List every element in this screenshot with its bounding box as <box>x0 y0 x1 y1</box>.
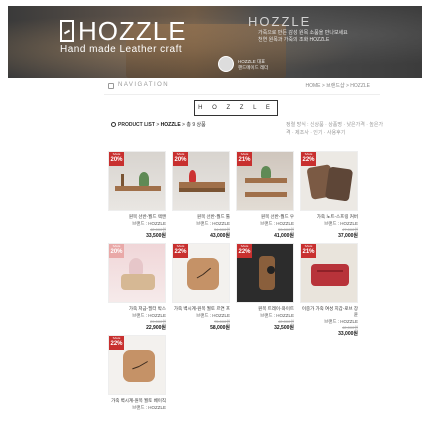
product-brand: 브랜드 : HOZZLE <box>260 313 294 318</box>
search-icon <box>111 122 116 127</box>
discount-badge: SALE 22% <box>109 336 124 350</box>
product-image[interactable]: SALE 22% <box>108 335 166 395</box>
logo-icon <box>60 20 74 42</box>
navigation-label: NAVIGATION <box>118 82 170 88</box>
sale-price: 32,500원 <box>274 325 294 331</box>
avatar <box>218 56 234 72</box>
product-brand: 브랜드 : HOZZLE <box>260 221 294 226</box>
discount-badge: SALE 20% <box>109 152 124 166</box>
product-brand: 브랜드 : HOZZLE <box>196 221 230 226</box>
product-brand: 브랜드 : HOZZLE <box>132 221 166 226</box>
signature-text: 핸드메이드 레더 <box>238 65 269 70</box>
sort-options[interactable]: 정렬 방식 : 신상품 · 상품명 · 낮은가격 · 높은가격 · 제조사 · … <box>286 121 386 137</box>
category-link[interactable]: HOZZLE <box>161 122 181 128</box>
product-image[interactable]: SALE 22% <box>236 243 294 303</box>
product-brand: 브랜드 : HOZZLE <box>324 221 358 226</box>
product-card[interactable]: SALE 20% 원목 선반-월드 랙앤 브랜드 : HOZZLE 42,000원… <box>108 151 166 240</box>
discount-badge: SALE 20% <box>173 152 188 166</box>
sale-price: 41,000원 <box>274 233 294 239</box>
separator: > <box>182 122 185 128</box>
product-brand: 브랜드 : HOZZLE <box>196 313 230 318</box>
banner-text-line: 천연 원목과 가죽의 조화 HOZZLE <box>258 37 330 43</box>
discount-badge: SALE 22% <box>173 244 188 258</box>
sale-price: 33,000원 <box>338 331 358 337</box>
product-image[interactable]: SALE 20% <box>172 151 230 211</box>
product-brand: 브랜드 : HOZZLE <box>132 405 166 410</box>
sale-price: 22,900원 <box>146 325 166 331</box>
product-brand: 브랜드 : HOZZLE <box>324 319 358 324</box>
product-card[interactable]: SALE 20% 원목 선반-월드 툴 브랜드 : HOZZLE 54,000원 … <box>172 151 230 240</box>
discount-badge: SALE 22% <box>301 152 316 166</box>
banner-text-line: 가죽으로 만든 감성 원목 소품을 만나보세요 <box>258 30 348 36</box>
product-count: 총 9 상품 <box>186 122 206 128</box>
brand-banner: HOZZLE Hand made Leather craft HOZZLE 가죽… <box>8 6 422 78</box>
page-frame: HOZZLE Hand made Leather craft HOZZLE 가죽… <box>8 6 422 416</box>
product-card[interactable]: SALE 22% 가죽 벽시계-원목 월토 베이직 브랜드 : HOZZLE <box>108 335 166 411</box>
discount-badge: SALE 20% <box>109 244 124 258</box>
product-card[interactable]: SALE 21% 이중가 가죽 여성 지갑-로브 장윤 브랜드 : HOZZLE … <box>300 243 358 338</box>
discount-badge: SALE 21% <box>237 152 252 166</box>
sale-price: 43,000원 <box>210 233 230 239</box>
product-image[interactable]: SALE 20% <box>108 151 166 211</box>
breadcrumb-separator: > <box>156 122 160 128</box>
product-image[interactable]: SALE 22% <box>300 151 358 211</box>
product-list-bar: PRODUCT LIST > HOZZLE > 총 9 상품 <box>111 121 206 128</box>
product-brand: 브랜드 : HOZZLE <box>132 313 166 318</box>
product-name[interactable]: 이중가 가죽 여성 지갑-로브 장윤 <box>300 306 358 318</box>
product-card[interactable]: SALE 22% 원목 트레이-와이트 브랜드 : HOZZLE 42,000원 … <box>236 243 294 332</box>
product-card[interactable]: SALE 21% 원목 선반-월드 우 브랜드 : HOZZLE 53,000원 … <box>236 151 294 240</box>
banner-tagline: HOZZLE <box>248 14 312 29</box>
category-title-box: H O Z Z L E <box>194 100 278 116</box>
divider <box>104 94 380 95</box>
brand-subtitle: Hand made Leather craft <box>60 44 183 55</box>
sale-price: 37,000원 <box>338 233 358 239</box>
breadcrumb[interactable]: HOME > 브랜드샵 > HOZZLE <box>305 82 370 89</box>
sale-price: 33,500원 <box>146 233 166 239</box>
product-image[interactable]: SALE 21% <box>300 243 358 303</box>
product-card[interactable]: SALE 22% 가죽 노트-스프링 커버 브랜드 : HOZZLE 47,000… <box>300 151 358 240</box>
brand-logo[interactable]: HOZZLE <box>78 16 187 47</box>
discount-badge: SALE 22% <box>237 244 252 258</box>
navigation-bar: NAVIGATION HOME > 브랜드샵 > HOZZLE <box>8 82 422 94</box>
product-image[interactable]: SALE 20% <box>108 243 166 303</box>
product-card[interactable]: SALE 22% 가죽 벽시계-원목 월토 르연 프 브랜드 : HOZZLE 7… <box>172 243 230 332</box>
navigation-icon <box>108 83 114 89</box>
discount-badge: SALE 21% <box>301 244 316 258</box>
product-card[interactable]: SALE 20% 가죽 저금-필터 박스 브랜드 : HOZZLE 29,000원… <box>108 243 166 332</box>
product-image[interactable]: SALE 22% <box>172 243 230 303</box>
product-list-label: PRODUCT LIST <box>118 122 155 128</box>
sale-price: 58,000원 <box>210 325 230 331</box>
product-image[interactable]: SALE 21% <box>236 151 294 211</box>
